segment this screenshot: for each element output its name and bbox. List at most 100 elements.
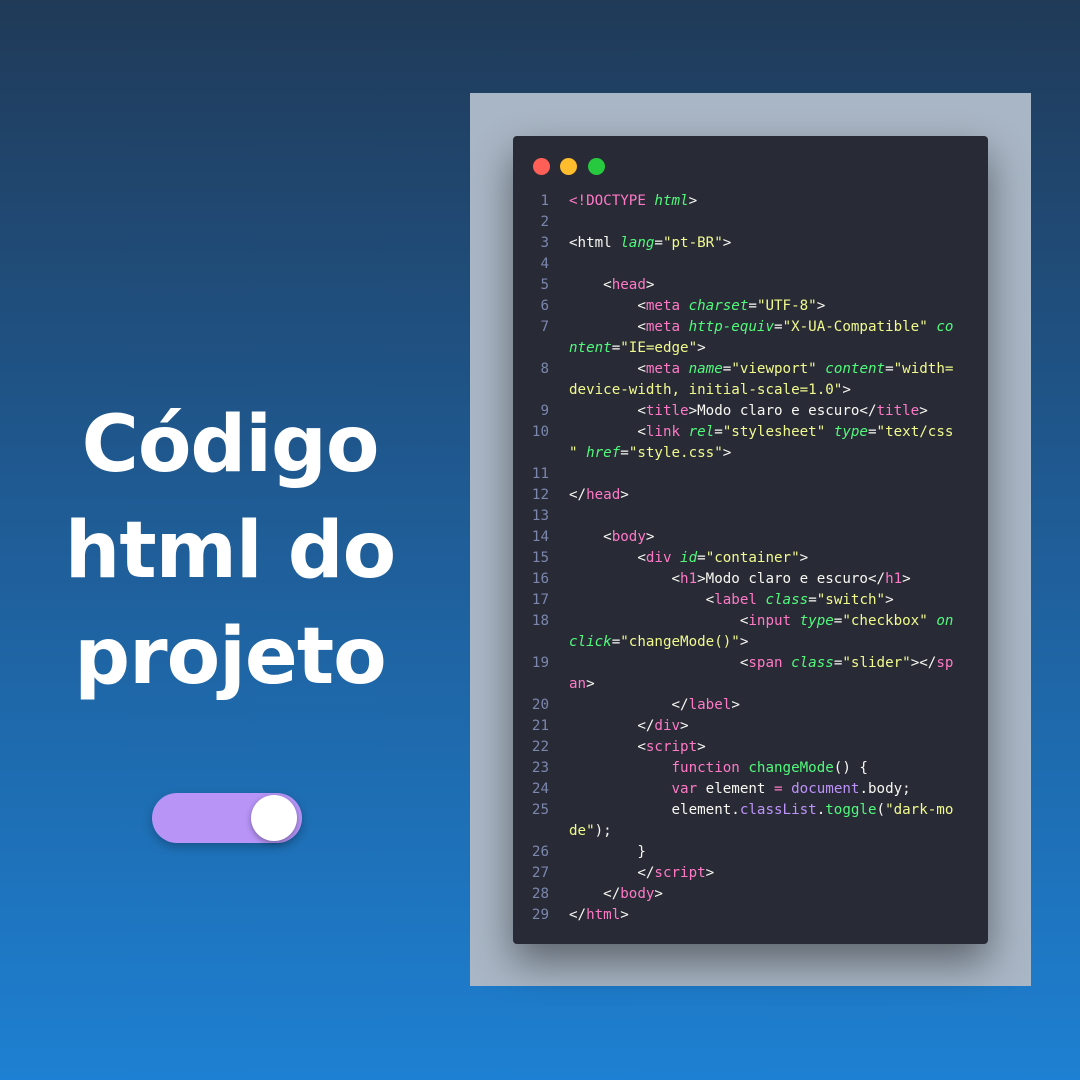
code-token: > <box>902 571 911 587</box>
code-token: toggle <box>825 802 877 818</box>
line-number: 6 <box>540 298 549 314</box>
line-number: 5 <box>540 277 549 293</box>
code-text: <meta charset="UTF-8"> <box>569 296 825 317</box>
code-token: head <box>586 487 621 503</box>
code-line: 3 <html lang="pt-BR"> <box>527 233 972 254</box>
code-token: meta <box>645 361 689 377</box>
code-token: "UTF-8" <box>756 298 817 314</box>
code-token: "width= <box>893 361 954 377</box>
code-token: element. <box>569 802 740 818</box>
code-line: 1 <!DOCTYPE html> <box>527 191 972 212</box>
code-token: click <box>569 634 612 650</box>
code-token: device-width, initial-scale=1.0" <box>569 382 843 398</box>
code-token: var <box>671 781 706 797</box>
code-token: "switch" <box>816 592 886 608</box>
code-line: 29 </html> <box>527 905 972 926</box>
code-text: <meta http-equiv="X-UA-Compatible" co <box>569 317 953 338</box>
line-number: 18 <box>531 613 549 629</box>
code-token: = <box>867 424 877 440</box>
code-token: < <box>569 592 715 608</box>
code-token: http-equiv <box>688 319 775 335</box>
code-token: < <box>569 655 749 671</box>
code-token: = <box>748 298 757 314</box>
code-token: h1 <box>680 571 698 587</box>
code-token: body <box>611 529 646 545</box>
code-token: lang <box>620 235 655 251</box>
code-token: } <box>569 844 646 860</box>
code-token: charset <box>688 298 749 314</box>
line-number: 9 <box>540 403 549 419</box>
code-token: > <box>705 865 715 881</box>
minimize-window-dot[interactable] <box>560 158 577 175</box>
code-token: classList <box>739 802 817 818</box>
code-token: </ <box>569 865 655 881</box>
code-text: <div id="container"> <box>569 548 808 569</box>
toggle-knob[interactable] <box>251 795 297 841</box>
code-token: rel <box>688 424 715 440</box>
code-line: " href="style.css"> <box>527 443 972 464</box>
code-line: 24 var element = document.body; <box>527 779 972 800</box>
line-number: 16 <box>531 571 549 587</box>
code-line: an> <box>527 674 972 695</box>
code-token: class <box>791 655 834 671</box>
code-token: title <box>876 403 920 419</box>
code-token: < <box>569 319 646 335</box>
line-number: 4 <box>540 256 549 272</box>
code-token: > <box>697 739 706 755</box>
line-number: 3 <box>540 235 549 251</box>
code-block: 1 <!DOCTYPE html> 2 3 <html lang="pt-BR"> 4 5 … <box>527 191 972 926</box>
code-text: function changeMode() { <box>569 758 868 779</box>
code-text: <!DOCTYPE html> <box>569 191 697 212</box>
code-line: 27 </script> <box>527 863 972 884</box>
code-text: an> <box>569 674 595 695</box>
code-token: html <box>654 193 689 209</box>
line-number: 23 <box>531 760 549 776</box>
code-line: 14 <body> <box>527 527 972 548</box>
code-token: meta <box>645 319 689 335</box>
code-token: "text/css <box>876 424 954 440</box>
line-number: 25 <box>531 802 549 818</box>
code-text: ntent="IE=edge"> <box>569 338 706 359</box>
code-token: > <box>688 193 698 209</box>
code-token: head <box>611 277 646 293</box>
code-token: on <box>936 613 954 629</box>
code-line: 18 <input type="checkbox" on <box>527 611 972 632</box>
line-number: 1 <box>540 193 549 209</box>
line-number: 20 <box>531 697 549 713</box>
code-text: <span class="slider"></sp <box>569 653 954 674</box>
code-text: } <box>569 842 646 863</box>
code-line: 8 <meta name="viewport" content="width= <box>527 359 972 380</box>
line-number: 27 <box>531 865 549 881</box>
code-line: 4 <box>527 254 972 275</box>
line-number: 14 <box>531 529 549 545</box>
code-token: . <box>816 802 826 818</box>
code-token: </ <box>569 886 621 902</box>
line-number: 24 <box>531 781 549 797</box>
code-token: meta <box>645 298 689 314</box>
maximize-window-dot[interactable] <box>588 158 605 175</box>
code-token: co <box>936 319 954 335</box>
close-window-dot[interactable] <box>533 158 550 175</box>
code-token: div <box>645 550 681 566</box>
code-token: < <box>569 424 646 440</box>
code-token: < <box>569 403 646 419</box>
code-text: de"); <box>569 821 612 842</box>
code-line: 25 element.classList.toggle("dark-mo <box>527 800 972 821</box>
code-token: "IE=edge" <box>620 340 698 356</box>
dark-mode-toggle[interactable] <box>152 793 302 843</box>
code-token: () { <box>833 760 868 776</box>
code-line: device-width, initial-scale=1.0"> <box>527 380 972 401</box>
code-token: class <box>765 592 809 608</box>
code-line: 12 </head> <box>527 485 972 506</box>
code-line: 20 </label> <box>527 695 972 716</box>
code-token: = <box>774 781 792 797</box>
code-token: </ <box>569 907 587 923</box>
code-line: 17 <label class="switch"> <box>527 590 972 611</box>
line-number: 26 <box>531 844 549 860</box>
code-token: title <box>645 403 689 419</box>
code-token: an <box>569 676 587 692</box>
line-number: 28 <box>531 886 549 902</box>
code-text: </div> <box>569 716 688 737</box>
code-token: > <box>722 235 732 251</box>
line-number: 10 <box>531 424 549 440</box>
